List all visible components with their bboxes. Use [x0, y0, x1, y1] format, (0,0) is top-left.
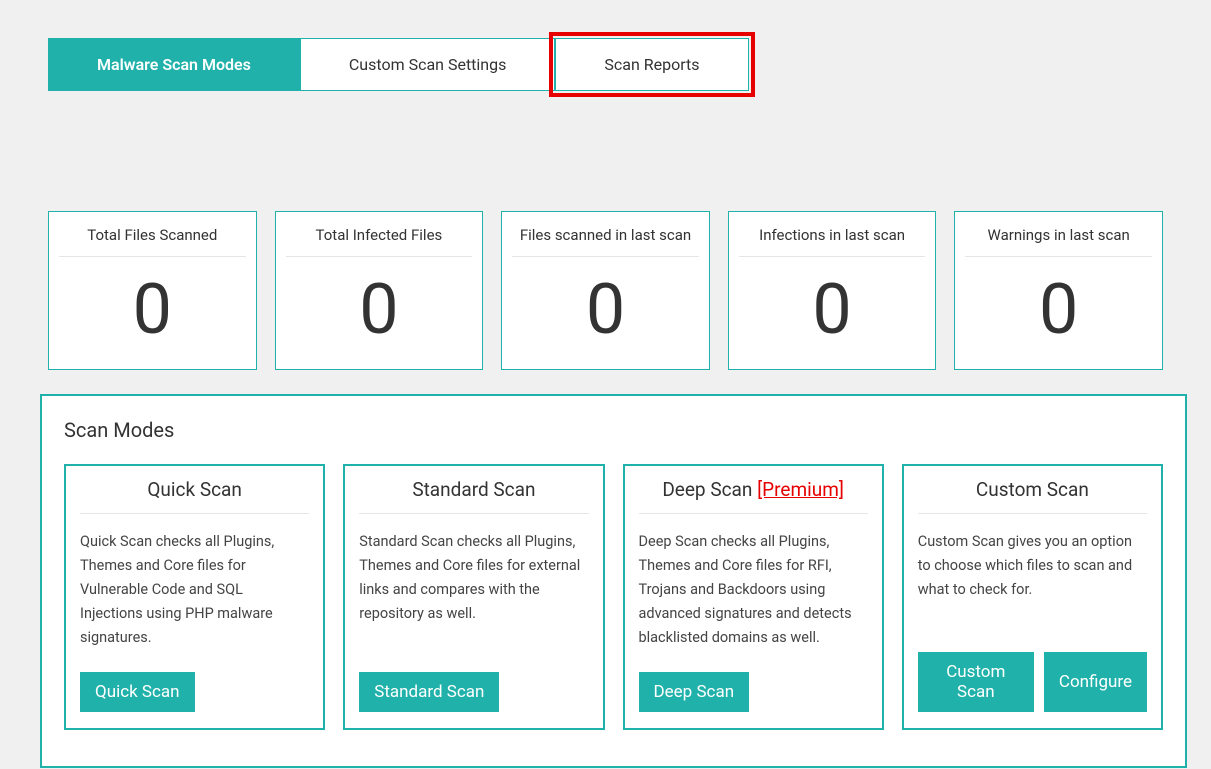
mode-header: Quick Scan [80, 478, 309, 514]
mode-name: Standard Scan [412, 478, 535, 501]
stat-value: 0 [965, 275, 1152, 345]
deep-scan-button[interactable]: Deep Scan [639, 672, 750, 712]
mode-buttons: Deep Scan [639, 672, 868, 712]
stat-title: Warnings in last scan [965, 226, 1152, 257]
mode-desc: Custom Scan gives you an option to choos… [918, 530, 1147, 630]
stat-card-total-files-scanned: Total Files Scanned 0 [48, 211, 257, 370]
stat-card-warnings-last-scan: Warnings in last scan 0 [954, 211, 1163, 370]
modes-row: Quick Scan Quick Scan checks all Plugins… [64, 464, 1163, 730]
stat-value: 0 [512, 275, 699, 345]
stat-card-infections-last-scan: Infections in last scan 0 [728, 211, 937, 370]
mode-buttons: Quick Scan [80, 672, 309, 712]
stat-card-total-infected-files: Total Infected Files 0 [275, 211, 484, 370]
mode-card-standard-scan: Standard Scan Standard Scan checks all P… [343, 464, 604, 730]
mode-header: Standard Scan [359, 478, 588, 514]
mode-name: Quick Scan [147, 478, 242, 501]
scan-modes-title: Scan Modes [64, 418, 1163, 442]
mode-card-quick-scan: Quick Scan Quick Scan checks all Plugins… [64, 464, 325, 730]
custom-scan-button[interactable]: Custom Scan [918, 652, 1034, 712]
configure-button[interactable]: Configure [1044, 652, 1147, 712]
mode-desc: Standard Scan checks all Plugins, Themes… [359, 530, 588, 650]
mode-buttons: Standard Scan [359, 672, 588, 712]
quick-scan-button[interactable]: Quick Scan [80, 672, 195, 712]
mode-card-deep-scan: Deep Scan [Premium] Deep Scan checks all… [623, 464, 884, 730]
stat-value: 0 [59, 275, 246, 345]
stat-value: 0 [739, 275, 926, 345]
premium-badge[interactable]: [Premium] [757, 478, 844, 501]
stat-title: Total Infected Files [286, 226, 473, 257]
mode-name: Custom Scan [976, 478, 1089, 501]
mode-desc: Deep Scan checks all Plugins, Themes and… [639, 530, 868, 650]
mode-header: Custom Scan [918, 478, 1147, 514]
stats-row: Total Files Scanned 0 Total Infected Fil… [48, 211, 1163, 370]
stat-title: Infections in last scan [739, 226, 926, 257]
scan-modes-panel: Scan Modes Quick Scan Quick Scan checks … [40, 394, 1187, 768]
mode-name: Deep Scan [662, 478, 752, 501]
stat-card-files-scanned-last-scan: Files scanned in last scan 0 [501, 211, 710, 370]
stat-title: Total Files Scanned [59, 226, 246, 257]
tabs-container: Malware Scan Modes Custom Scan Settings … [48, 38, 1211, 91]
mode-card-custom-scan: Custom Scan Custom Scan gives you an opt… [902, 464, 1163, 730]
tab-malware-scan-modes[interactable]: Malware Scan Modes [48, 38, 300, 91]
standard-scan-button[interactable]: Standard Scan [359, 672, 499, 712]
stat-value: 0 [286, 275, 473, 345]
tab-custom-scan-settings[interactable]: Custom Scan Settings [300, 38, 556, 91]
mode-header: Deep Scan [Premium] [639, 478, 868, 514]
tab-scan-reports[interactable]: Scan Reports [555, 38, 748, 91]
stat-title: Files scanned in last scan [512, 226, 699, 257]
mode-desc: Quick Scan checks all Plugins, Themes an… [80, 530, 309, 650]
mode-buttons: Custom Scan Configure [918, 652, 1147, 712]
